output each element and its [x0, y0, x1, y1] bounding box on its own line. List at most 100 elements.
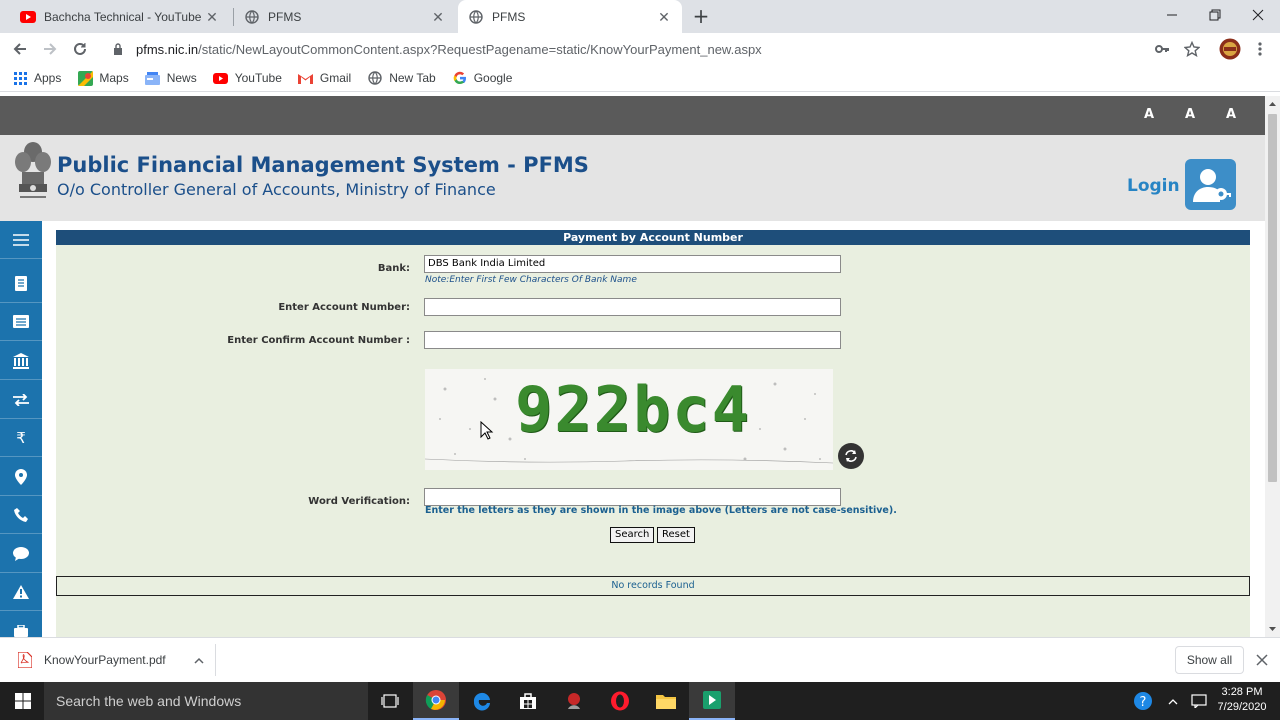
- green-app-taskbar-icon[interactable]: [689, 682, 735, 720]
- phone-icon[interactable]: [0, 496, 42, 534]
- site-header: Public Financial Management System - PFM…: [0, 135, 1265, 221]
- briefcase-icon[interactable]: [0, 612, 42, 637]
- bookmark-gmail[interactable]: Gmail: [298, 70, 351, 86]
- site-title: Public Financial Management System - PFM…: [57, 153, 589, 177]
- font-size-increase-button[interactable]: A: [1226, 107, 1236, 122]
- globe-icon: [367, 70, 383, 86]
- bookmark-label: News: [166, 71, 197, 85]
- download-file-name: KnowYourPayment.pdf: [44, 653, 166, 667]
- bookmark-star-icon[interactable]: [1180, 37, 1204, 61]
- chrome-taskbar-icon[interactable]: [413, 682, 459, 720]
- rupee-icon[interactable]: ₹: [0, 419, 42, 457]
- bank-label: Bank:: [377, 263, 410, 274]
- confirm-account-input[interactable]: [424, 331, 841, 349]
- show-all-button[interactable]: Show all: [1175, 646, 1244, 674]
- tab-pfms-active[interactable]: PFMS ✕: [458, 0, 682, 33]
- results-message: No records Found: [56, 576, 1250, 596]
- scroll-up-icon[interactable]: [1265, 98, 1280, 110]
- tab-strip: Bachcha Technical - YouTube ✕ PFMS ✕ PFM…: [0, 0, 1280, 33]
- bank-note: Note:Enter First Few Characters Of Bank …: [425, 275, 637, 285]
- hamburger-menu-icon[interactable]: [0, 221, 42, 259]
- vertical-scrollbar[interactable]: [1265, 96, 1280, 637]
- reload-button[interactable]: [68, 37, 92, 61]
- transfer-icon[interactable]: [0, 381, 42, 419]
- globe-icon: [468, 9, 484, 25]
- bookmark-google[interactable]: Google: [452, 70, 513, 86]
- taskbar-search-box[interactable]: Search the web and Windows: [44, 682, 368, 720]
- bookmark-news[interactable]: News: [145, 70, 197, 86]
- globe-icon: [244, 9, 260, 25]
- bookmark-maps[interactable]: Maps: [77, 70, 129, 86]
- download-item[interactable]: KnowYourPayment.pdf: [18, 652, 204, 668]
- key-icon[interactable]: [1150, 37, 1174, 61]
- bookmark-new-tab[interactable]: New Tab: [367, 70, 436, 86]
- taskbar-clock[interactable]: 3:28 PM 7/29/2020: [1212, 685, 1272, 715]
- close-tab-icon[interactable]: ✕: [430, 9, 446, 25]
- bank-icon[interactable]: [0, 342, 42, 380]
- restore-button[interactable]: [1193, 0, 1237, 30]
- file-explorer-taskbar-icon[interactable]: [643, 682, 689, 720]
- youtube-icon: [20, 9, 36, 25]
- task-view-icon[interactable]: [367, 682, 413, 720]
- scroll-down-icon[interactable]: [1265, 623, 1280, 635]
- profile-avatar[interactable]: [1218, 37, 1242, 61]
- help-icon[interactable]: ?: [1128, 682, 1158, 720]
- lock-icon: [110, 43, 126, 55]
- font-size-decrease-button[interactable]: A: [1144, 107, 1154, 122]
- tab-separator: [233, 8, 234, 26]
- document-icon[interactable]: [0, 265, 42, 303]
- chevron-up-icon[interactable]: [194, 657, 204, 664]
- bookmark-label: Google: [473, 71, 513, 85]
- close-window-button[interactable]: [1236, 0, 1280, 30]
- new-tab-button[interactable]: +: [690, 5, 712, 27]
- app-taskbar-icon[interactable]: [551, 682, 597, 720]
- account-number-label: Enter Account Number:: [278, 302, 410, 313]
- user-key-icon[interactable]: [1185, 159, 1236, 210]
- national-emblem-logo: [12, 138, 54, 210]
- back-button[interactable]: [8, 37, 32, 61]
- chat-bubble-icon[interactable]: [0, 535, 42, 573]
- login-link[interactable]: Login: [1127, 176, 1180, 196]
- edge-taskbar-icon[interactable]: [459, 682, 505, 720]
- close-tab-icon[interactable]: ✕: [656, 9, 672, 25]
- browser-toolbar: pfms.nic.in/static/NewLayoutCommonConten…: [0, 33, 1280, 65]
- font-size-normal-button[interactable]: A: [1185, 107, 1195, 122]
- bank-input[interactable]: DBS Bank India Limited: [424, 255, 841, 273]
- bookmark-apps[interactable]: Apps: [12, 70, 61, 86]
- notification-icon[interactable]: [1186, 682, 1212, 720]
- menu-dots-icon[interactable]: [1248, 37, 1272, 61]
- bookmark-youtube[interactable]: YouTube: [213, 70, 282, 86]
- reset-button[interactable]: Reset: [657, 527, 695, 543]
- maps-icon: [77, 70, 93, 86]
- forward-button[interactable]: [38, 37, 62, 61]
- search-button[interactable]: Search: [610, 527, 655, 543]
- warning-icon[interactable]: [0, 573, 42, 611]
- bookmark-label: Maps: [99, 71, 129, 85]
- youtube-icon: [213, 70, 229, 86]
- captcha-image: 922bc4: [425, 369, 833, 470]
- tab-title: PFMS: [492, 9, 526, 24]
- address-bar[interactable]: pfms.nic.in/static/NewLayoutCommonConten…: [104, 35, 1212, 63]
- google-icon: [452, 70, 468, 86]
- scrollbar-thumb[interactable]: [1268, 114, 1277, 482]
- tab-title: PFMS: [268, 9, 302, 24]
- windows-start-icon[interactable]: [0, 682, 46, 720]
- opera-taskbar-icon[interactable]: [597, 682, 643, 720]
- tray-chevron-up-icon[interactable]: [1160, 682, 1186, 720]
- close-tab-icon[interactable]: ✕: [204, 9, 220, 25]
- list-icon[interactable]: [0, 303, 42, 341]
- account-number-input[interactable]: [424, 298, 841, 316]
- location-pin-icon[interactable]: [0, 458, 42, 496]
- close-download-bar-icon[interactable]: [1256, 654, 1268, 666]
- word-verification-input[interactable]: [424, 488, 841, 506]
- store-taskbar-icon[interactable]: [505, 682, 551, 720]
- confirm-account-label: Enter Confirm Account Number :: [227, 335, 410, 346]
- tab-youtube[interactable]: Bachcha Technical - YouTube ✕: [8, 0, 230, 33]
- clock-time: 3:28 PM: [1221, 686, 1263, 698]
- minimize-button[interactable]: [1150, 0, 1194, 30]
- download-separator: [215, 644, 216, 676]
- word-verification-label: Word Verification:: [308, 496, 410, 507]
- tab-pfms-1[interactable]: PFMS ✕: [236, 0, 456, 33]
- news-icon: [145, 70, 161, 86]
- refresh-captcha-icon[interactable]: [838, 443, 864, 469]
